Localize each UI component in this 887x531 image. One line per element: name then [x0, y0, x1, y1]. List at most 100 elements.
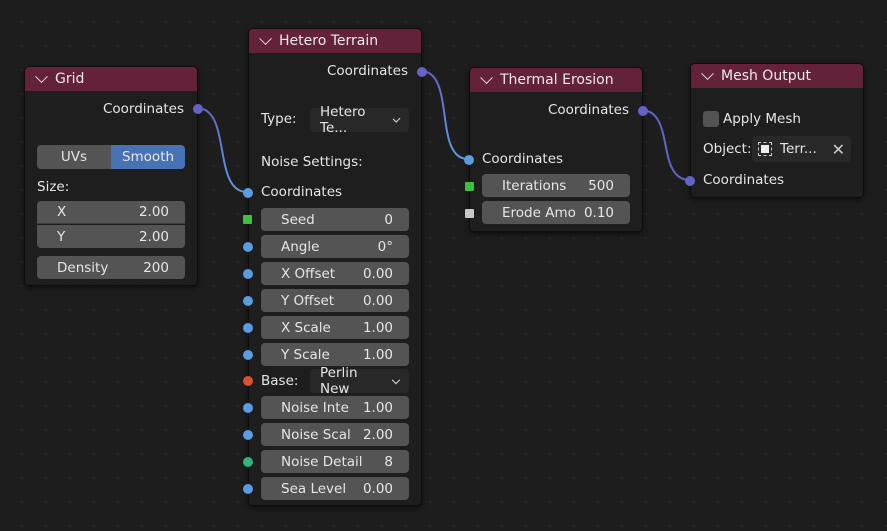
chevron-down-icon[interactable] [259, 31, 272, 45]
apply-mesh-checkbox[interactable] [703, 111, 719, 127]
input-socket[interactable] [243, 296, 253, 306]
field-noise-scal[interactable]: Noise Scal 2.00 [261, 423, 409, 446]
link-grid-to-hetero [196, 107, 248, 193]
iterations-socket[interactable] [465, 182, 474, 191]
field-label: Erode Amo [502, 204, 576, 221]
field-angle[interactable]: Angle 0° [261, 235, 409, 258]
input-socket[interactable] [243, 484, 253, 494]
field-label: X [57, 204, 67, 220]
field-label: X Scale [281, 319, 331, 336]
mesh-node-header[interactable]: Mesh Output [691, 64, 863, 88]
input-socket[interactable] [685, 176, 695, 186]
grid-node[interactable]: Grid Coordinates UVs Smooth Size: X 2.00 … [24, 66, 203, 286]
field-label: Angle [281, 238, 320, 255]
close-icon[interactable]: ✕ [832, 140, 845, 159]
erode-socket[interactable] [465, 209, 474, 218]
field-label: Noise Scal [281, 426, 351, 443]
input-socket[interactable] [243, 457, 253, 467]
field-value: 2.00 [138, 204, 169, 220]
input-socket[interactable] [243, 430, 253, 440]
output-socket[interactable] [193, 104, 203, 114]
dropdown-value: Perlin New [320, 365, 358, 397]
field-sea-level[interactable]: Sea Level 0.00 [261, 477, 409, 500]
chevron-down-icon [392, 114, 401, 123]
input-label: Coordinates [482, 151, 564, 167]
toggle-uvs[interactable]: UVs [37, 145, 111, 169]
dropdown-value: Hetero Te... [320, 104, 366, 136]
field-noise-inte[interactable]: Noise Inte 1.00 [261, 396, 409, 419]
field-value: 2.00 [138, 228, 169, 245]
input-socket[interactable] [243, 242, 253, 252]
link-thermal-to-mesh [640, 109, 691, 181]
field-value: 0.10 [583, 204, 614, 221]
toggle-smooth[interactable]: Smooth [111, 145, 185, 169]
size-x-field[interactable]: X 2.00 [37, 201, 185, 224]
input-label: Coordinates [703, 172, 785, 188]
input-socket[interactable] [464, 155, 474, 165]
field-label: Sea Level [281, 480, 347, 497]
erode-amount-field[interactable]: Erode Amo 0.10 [482, 201, 630, 224]
hetero-terrain-node[interactable]: Hetero Terrain Coordinates Type: Hetero … [243, 28, 427, 506]
input-label: Coordinates [261, 184, 343, 200]
iterations-field[interactable]: Iterations 500 [482, 174, 630, 197]
object-icon [758, 142, 772, 156]
input-socket[interactable] [243, 403, 253, 413]
density-field[interactable]: Density 200 [37, 256, 185, 279]
size-y-field[interactable]: Y 2.00 [37, 225, 185, 248]
field-label: Noise Detail [281, 453, 363, 470]
output-label: Coordinates [102, 101, 184, 117]
field-value: 0.00 [362, 292, 393, 309]
object-field[interactable]: Terr... ✕ [752, 136, 851, 162]
field-label: Y Scale [281, 346, 330, 363]
field-value: 0.00 [362, 480, 393, 497]
chevron-down-icon[interactable] [480, 70, 493, 84]
input-socket[interactable] [243, 350, 253, 360]
field-value: 2.00 [362, 426, 393, 443]
field-value: 0° [377, 238, 393, 255]
field-value: 0 [384, 211, 393, 228]
type-dropdown[interactable]: Hetero Te... [310, 104, 409, 136]
output-label: Coordinates [326, 63, 408, 79]
input-socket[interactable] [243, 323, 253, 333]
input-socket[interactable] [243, 269, 253, 279]
field-value: 1.00 [362, 319, 393, 336]
object-value: Terr... [780, 141, 817, 157]
chevron-down-icon[interactable] [701, 66, 714, 80]
field-seed[interactable]: Seed 0 [261, 208, 409, 231]
field-value: 1.00 [362, 346, 393, 363]
field-label: Noise Inte [281, 399, 349, 416]
object-label: Object: [703, 141, 752, 157]
field-label: Iterations [502, 177, 567, 194]
seed-socket[interactable] [243, 215, 252, 224]
output-socket[interactable] [638, 106, 648, 116]
type-label: Type: [261, 111, 297, 127]
mesh-output-node[interactable]: Mesh Output Apply Mesh Object: Terr... ✕… [685, 63, 864, 198]
field-label: X Offset [281, 265, 336, 282]
field-value: 200 [143, 259, 169, 276]
node-title: Mesh Output [721, 68, 811, 84]
field-label: Y Offset [281, 292, 335, 309]
chevron-down-icon [391, 375, 401, 384]
input-socket[interactable] [243, 188, 253, 198]
thermal-node-header[interactable]: Thermal Erosion [470, 68, 642, 92]
field-x-offset[interactable]: X Offset 0.00 [261, 262, 409, 285]
size-label: Size: [37, 179, 70, 195]
field-x-scale[interactable]: X Scale 1.00 [261, 316, 409, 339]
field-label: Seed [281, 211, 315, 228]
apply-mesh-label[interactable]: Apply Mesh [723, 111, 801, 127]
hetero-node-header[interactable]: Hetero Terrain [249, 29, 421, 53]
field-value: 1.00 [362, 399, 393, 416]
base-dropdown[interactable]: Perlin New [310, 365, 409, 397]
node-title: Thermal Erosion [500, 72, 614, 88]
thermal-erosion-node[interactable]: Thermal Erosion Coordinates Coordinates … [464, 67, 648, 232]
field-noise-detail[interactable]: Noise Detail 8 [261, 450, 409, 473]
field-value: 8 [384, 453, 393, 470]
node-title: Hetero Terrain [279, 33, 379, 49]
field-y-scale[interactable]: Y Scale 1.00 [261, 343, 409, 366]
output-socket[interactable] [417, 67, 427, 77]
grid-node-header[interactable]: Grid [25, 67, 197, 91]
field-y-offset[interactable]: Y Offset 0.00 [261, 289, 409, 312]
noise-settings-label: Noise Settings: [261, 154, 363, 170]
chevron-down-icon[interactable] [35, 69, 48, 83]
base-socket[interactable] [243, 376, 253, 386]
